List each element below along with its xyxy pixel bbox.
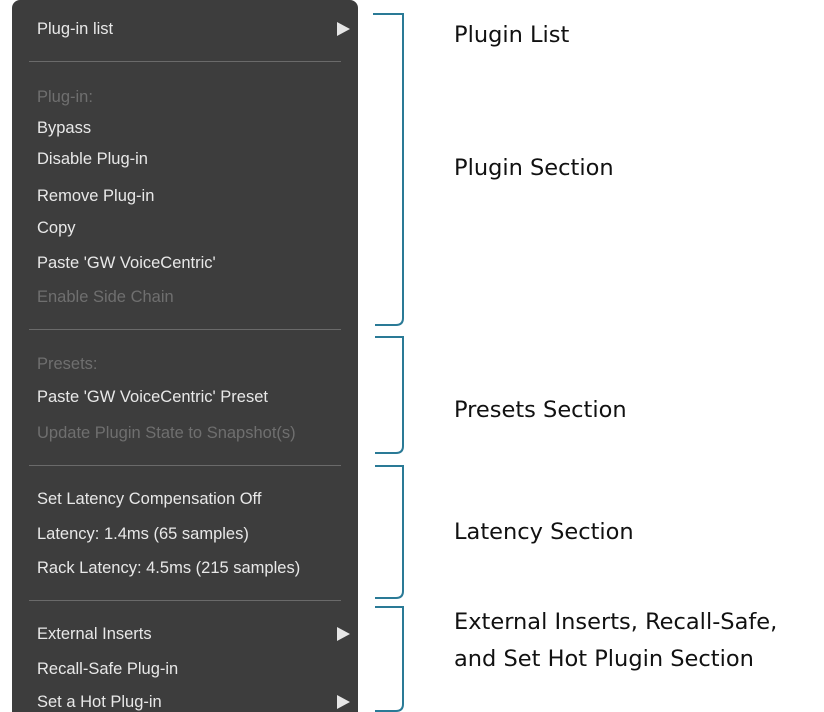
label-external-line2: and Set Hot Plugin Section bbox=[454, 646, 754, 672]
bracket-presets-section bbox=[375, 336, 404, 454]
label-presets-section: Presets Section bbox=[454, 397, 627, 423]
label-plugin-section: Plugin Section bbox=[454, 155, 614, 181]
label-external-line1: External Inserts, Recall-Safe, bbox=[454, 609, 778, 635]
label-latency-section: Latency Section bbox=[454, 519, 634, 545]
bracket-latency-section bbox=[375, 465, 404, 599]
bracket-plugin-list bbox=[373, 13, 404, 50]
bracket-external-section bbox=[375, 606, 404, 712]
bracket-plugin-section bbox=[375, 50, 404, 326]
label-plugin-list: Plugin List bbox=[454, 22, 570, 48]
